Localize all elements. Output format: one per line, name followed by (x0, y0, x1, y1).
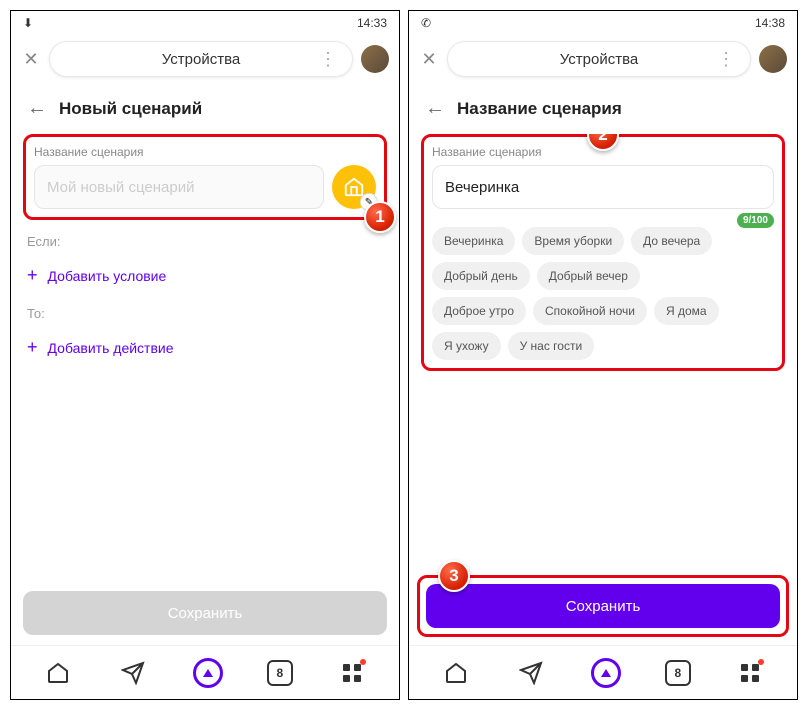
add-action-link[interactable]: + Добавить действие (23, 331, 387, 364)
suggestion-chip[interactable]: Время уборки (522, 227, 624, 255)
close-icon[interactable]: ✕ (21, 49, 41, 69)
search-row: ✕ Устройства ⋮ (409, 35, 797, 83)
clock: 14:33 (357, 16, 387, 30)
content: 2 Название сценария Вечеринка 9/100 Вече… (409, 134, 797, 575)
nav-send-icon[interactable] (515, 657, 547, 689)
nav-home-icon[interactable] (42, 657, 74, 689)
nav-alice-icon[interactable] (590, 657, 622, 689)
suggestion-chip[interactable]: Доброе утро (432, 297, 526, 325)
page-header: ← Название сценария (409, 83, 797, 134)
close-icon[interactable]: ✕ (419, 49, 439, 69)
whatsapp-icon: ✆ (421, 16, 431, 30)
more-icon[interactable]: ⋮ (713, 49, 739, 70)
suggestion-chip[interactable]: Добрый вечер (537, 262, 640, 290)
phone-right: ✆ 14:38 ✕ Устройства ⋮ ← Название сценар… (408, 10, 798, 700)
save-button[interactable]: Сохранить (23, 591, 387, 635)
step-badge-3: 3 (438, 560, 470, 592)
bottom-nav: 8 (11, 645, 399, 699)
scenario-name-box: Название сценария ✎ 1 (23, 134, 387, 220)
nav-send-icon[interactable] (117, 657, 149, 689)
nav-tabs-icon[interactable]: 8 (267, 660, 293, 686)
add-condition-link[interactable]: + Добавить условие (23, 259, 387, 292)
search-pill[interactable]: Устройства ⋮ (49, 41, 353, 77)
nav-alice-icon[interactable] (192, 657, 224, 689)
if-label: Если: (27, 234, 387, 249)
notification-dot (360, 659, 366, 665)
avatar[interactable] (759, 45, 787, 73)
page-header: ← Новый сценарий (11, 83, 399, 134)
search-row: ✕ Устройства ⋮ (11, 35, 399, 83)
suggestion-chip[interactable]: У нас гости (508, 332, 595, 360)
char-count: 9/100 (737, 213, 774, 228)
step-badge-1: 1 (364, 201, 396, 233)
nav-menu-icon[interactable] (336, 657, 368, 689)
status-bar: ✆ 14:38 (409, 11, 797, 35)
suggestion-chip[interactable]: Я ухожу (432, 332, 501, 360)
save-wrap: 3 Сохранить (417, 575, 789, 637)
suggestion-chip[interactable]: До вечера (631, 227, 712, 255)
suggestion-chip[interactable]: Добрый день (432, 262, 530, 290)
suggestion-chips: ВечеринкаВремя уборкиДо вечера Добрый ден… (432, 227, 737, 360)
save-wrap: Сохранить (11, 581, 399, 645)
content: Название сценария ✎ 1 Если: + Добавить у… (11, 134, 399, 581)
scenario-icon-button[interactable]: ✎ (332, 165, 376, 209)
nav-tabs-icon[interactable]: 8 (665, 660, 691, 686)
bottom-nav: 8 (409, 645, 797, 699)
phone-left: ⬇ 14:33 ✕ Устройства ⋮ ← Новый сценарий … (10, 10, 400, 700)
status-bar: ⬇ 14:33 (11, 11, 399, 35)
scenario-name-box: 2 Название сценария Вечеринка 9/100 Вече… (421, 134, 785, 371)
suggestion-chip[interactable]: Спокойной ночи (533, 297, 647, 325)
suggestion-chip[interactable]: Я дома (654, 297, 719, 325)
scenario-name-input[interactable]: Вечеринка (432, 165, 774, 209)
suggestion-chip[interactable]: Вечеринка (432, 227, 515, 255)
clock: 14:38 (755, 16, 785, 30)
search-pill[interactable]: Устройства ⋮ (447, 41, 751, 77)
plus-icon: + (27, 337, 38, 358)
more-icon[interactable]: ⋮ (315, 49, 341, 70)
field-label: Название сценария (34, 145, 376, 159)
nav-menu-icon[interactable] (734, 657, 766, 689)
nav-home-icon[interactable] (440, 657, 472, 689)
avatar[interactable] (361, 45, 389, 73)
back-arrow-icon[interactable]: ← (425, 97, 445, 120)
download-icon: ⬇ (23, 16, 33, 30)
save-button[interactable]: Сохранить (426, 584, 780, 628)
page-title: Новый сценарий (59, 99, 202, 119)
page-title: Название сценария (457, 99, 622, 119)
back-arrow-icon[interactable]: ← (27, 97, 47, 120)
scenario-name-input[interactable] (34, 165, 324, 209)
plus-icon: + (27, 265, 38, 286)
then-label: То: (27, 306, 387, 321)
notification-dot (758, 659, 764, 665)
